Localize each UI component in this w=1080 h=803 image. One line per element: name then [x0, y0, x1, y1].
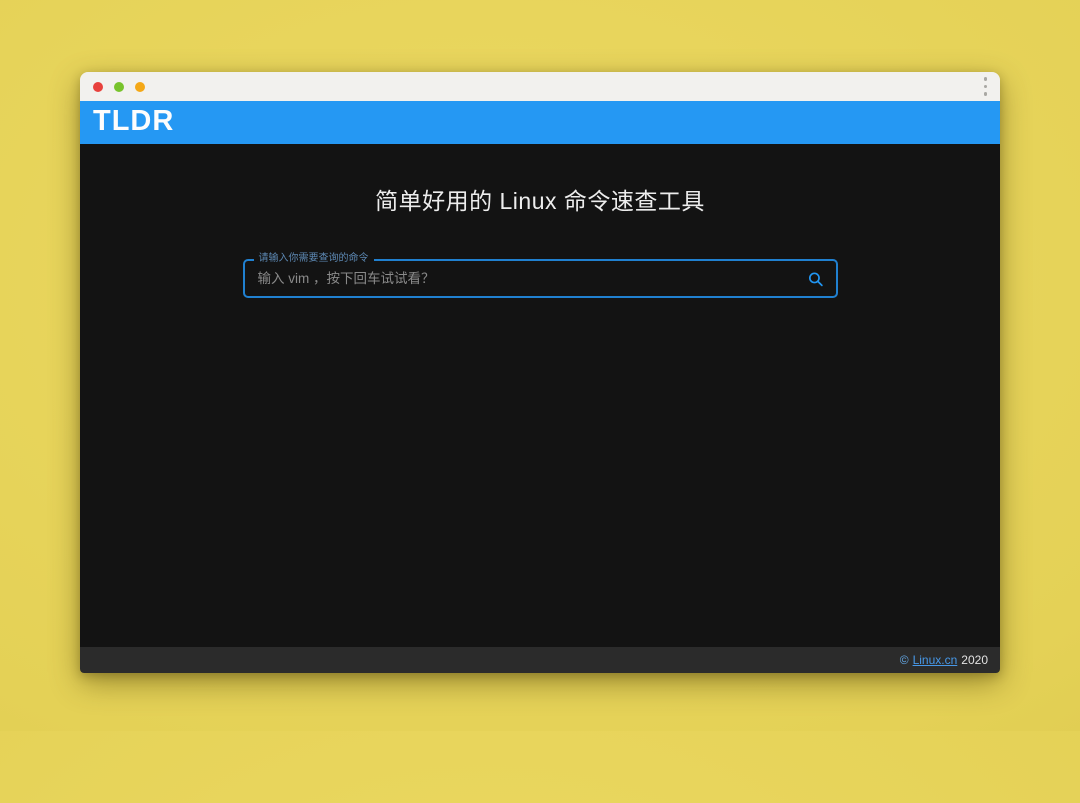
page-title: 简单好用的 Linux 命令速查工具	[80, 144, 1000, 216]
traffic-lights	[93, 82, 145, 92]
browser-window: TLDR 简单好用的 Linux 命令速查工具 请输入你需要查询的命令 © Li…	[80, 72, 1000, 673]
app-title: TLDR	[93, 107, 174, 139]
search-field-label: 请输入你需要查询的命令	[254, 253, 374, 265]
search-icon[interactable]	[807, 270, 824, 287]
maximize-window-button[interactable]	[135, 82, 145, 92]
search-field-outline: 请输入你需要查询的命令	[243, 259, 838, 298]
linux-cn-link[interactable]: Linux.cn	[913, 653, 958, 667]
app-header: TLDR	[80, 101, 1000, 144]
main-content: 简单好用的 Linux 命令速查工具 请输入你需要查询的命令	[80, 144, 1000, 647]
copyright-year: 2020	[961, 653, 988, 667]
footer-bar: © Linux.cn 2020	[80, 647, 1000, 673]
kebab-menu-icon[interactable]	[981, 73, 991, 100]
close-window-button[interactable]	[93, 82, 103, 92]
browser-chrome-bar	[80, 72, 1000, 101]
copyright-symbol: ©	[900, 653, 909, 667]
minimize-window-button[interactable]	[114, 82, 124, 92]
search-input[interactable]	[245, 261, 836, 296]
